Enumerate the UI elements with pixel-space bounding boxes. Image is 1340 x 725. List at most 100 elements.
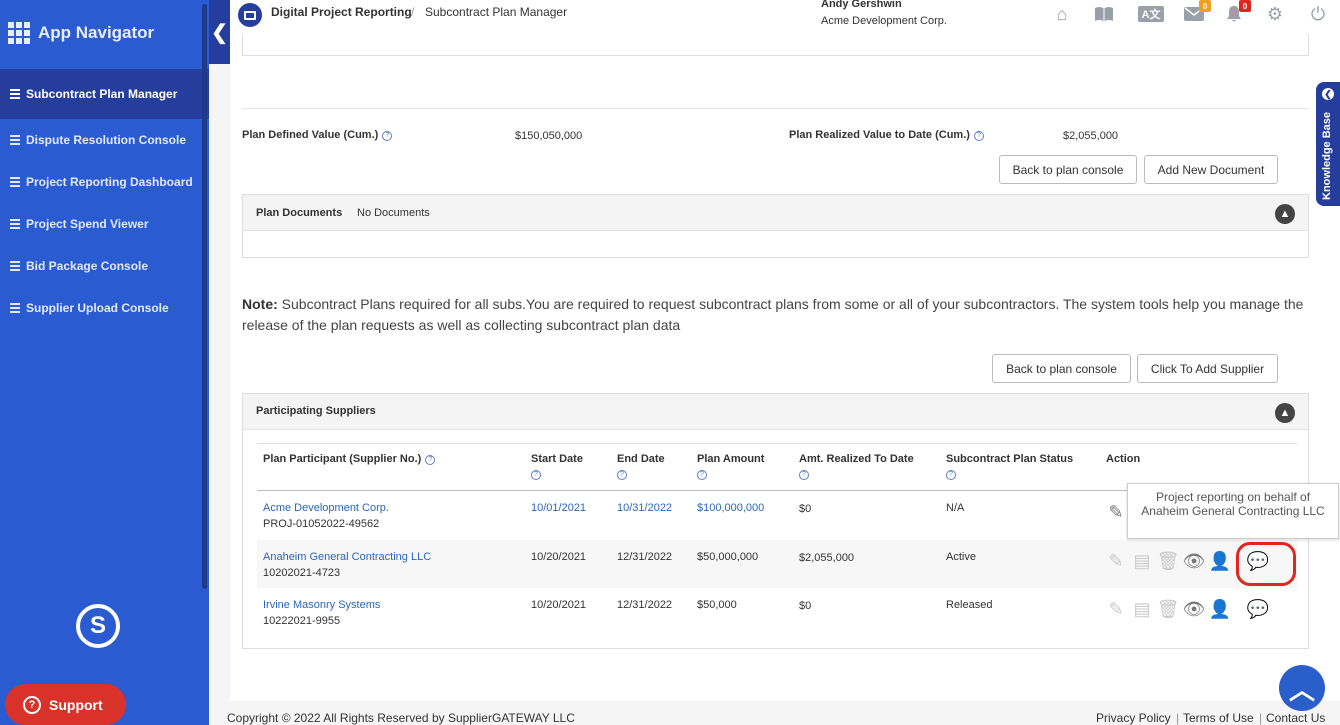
amount-realized: $0 <box>799 600 812 612</box>
edit-icon[interactable]: ✎ <box>1105 550 1127 572</box>
trash-icon[interactable]: 🗑 <box>1157 598 1180 620</box>
suppliers-header: Participating Suppliers ▲ <box>243 394 1308 430</box>
help-icon[interactable]: ? <box>425 455 436 465</box>
support-button[interactable]: ? Support <box>5 684 126 725</box>
eye-icon[interactable]: 👁 <box>1183 598 1206 620</box>
sidebar-item-bid-package-console[interactable]: Bid Package Console <box>0 245 209 287</box>
sidebar-item-project-spend-viewer[interactable]: Project Spend Viewer <box>0 203 209 245</box>
help-icon[interactable]: ? <box>531 470 541 480</box>
sidebar-item-label: Dispute Resolution Console <box>26 133 187 147</box>
help-icon[interactable]: ? <box>799 470 809 480</box>
contact-us-link[interactable]: Contact Us <box>1266 711 1325 725</box>
plan-documents-title: Plan Documents <box>256 207 343 219</box>
translate-icon[interactable]: A文 <box>1138 6 1164 22</box>
sidebar-item-dispute-resolution-console[interactable]: Dispute Resolution Console <box>0 119 209 161</box>
main-content: Plan Defined Value (Cum.)? $150,050,000 … <box>230 34 1340 701</box>
breadcrumb-root[interactable]: Digital Project Reporting <box>271 5 412 19</box>
click-to-add-supplier-button[interactable]: Click To Add Supplier <box>1137 354 1278 383</box>
help-icon[interactable]: ? <box>697 470 707 480</box>
collapse-sidebar-button[interactable]: ❮ <box>209 0 230 64</box>
supplier-number: 10202021-4723 <box>263 567 341 579</box>
sidebar-item-supplier-upload-console[interactable]: Supplier Upload Console <box>0 287 209 329</box>
column-header-label: Action <box>1106 453 1141 465</box>
trash-icon[interactable]: 🗑 <box>1157 550 1180 572</box>
document-icon[interactable]: ▤ <box>1131 598 1153 620</box>
supplier-number: 10222021-9955 <box>263 615 341 627</box>
end-date[interactable]: 10/31/2022 <box>617 500 672 516</box>
suppliers-back-to-plan-console-button[interactable]: Back to plan console <box>992 354 1131 383</box>
column-header-label: End Date <box>617 453 665 465</box>
help-icon[interactable]: ? <box>946 470 956 480</box>
app-navigator-header[interactable]: App Navigator <box>0 0 209 66</box>
home-icon[interactable]: ⌂ <box>1051 4 1073 24</box>
sidebar-item-subcontract-plan-manager[interactable]: Subcontract Plan Manager <box>0 69 209 119</box>
plan-documents-header: Plan Documents No Documents ▲ <box>243 195 1308 231</box>
add-user-icon[interactable]: 👤 <box>1209 598 1231 620</box>
support-label: Support <box>49 696 103 713</box>
plan-realized-value: $2,055,000 <box>1063 130 1119 142</box>
back-to-plan-console-button[interactable]: Back to plan console <box>999 155 1137 184</box>
footer-separator: | <box>1259 711 1263 725</box>
mail-icon[interactable]: 0 <box>1183 0 1211 24</box>
settings-icon[interactable]: ⚙ <box>1264 4 1286 24</box>
start-date: 10/20/2021 <box>531 551 587 563</box>
edit-icon[interactable]: ✎ <box>1105 598 1127 620</box>
previous-section-box <box>242 34 1309 56</box>
breadcrumb-separator: / <box>411 5 415 19</box>
eye-icon[interactable]: 👁 <box>1183 550 1206 572</box>
chat-dollar-icon[interactable]: 💬 <box>1247 598 1269 620</box>
help-icon[interactable]: ? <box>617 470 627 480</box>
sidebar-item-project-reporting-dashboard[interactable]: Project Reporting Dashboard <box>0 161 209 203</box>
supplier-name-link[interactable]: Acme Development Corp. <box>263 500 389 516</box>
sidebar: App Navigator Subcontract Plan Manager Di… <box>0 0 209 725</box>
collapse-documents-chevron-up-icon[interactable]: ▲ <box>1275 204 1295 224</box>
plan-amount[interactable]: $100,000,000 <box>697 500 764 516</box>
translate-text: A文 <box>1141 9 1161 21</box>
scroll-to-top-button[interactable]: ︿ <box>1279 665 1325 711</box>
column-header: Amt. Realized To Date? <box>799 452 914 482</box>
column-header: Subcontract Plan Status? <box>946 452 1073 482</box>
tooltip: Project reporting on behalf of Anaheim G… <box>1127 483 1339 539</box>
top-bar: Digital Project Reporting / Subcontract … <box>230 0 1340 36</box>
column-header-label: Plan Amount <box>697 453 765 465</box>
menu-icon <box>10 133 20 147</box>
plan-amount: $50,000 <box>697 599 737 611</box>
start-date[interactable]: 10/01/2021 <box>531 500 586 516</box>
edit-icon[interactable]: ✎ <box>1105 501 1127 523</box>
menu-icon <box>10 175 20 189</box>
chevron-up-icon: ︿ <box>1288 674 1315 705</box>
supplier-name-link[interactable]: Anaheim General Contracting LLC <box>263 549 431 565</box>
plan-defined-value: $150,050,000 <box>515 130 583 142</box>
privacy-policy-link[interactable]: Privacy Policy <box>1096 711 1171 725</box>
plan-status: N/A <box>946 502 965 514</box>
plan-documents-status: No Documents <box>357 207 430 219</box>
amount-realized: $2,055,000 <box>799 552 855 564</box>
note-body: Subcontract Plans required for all subs.… <box>242 296 1304 333</box>
column-header: Action <box>1106 452 1140 467</box>
sidebar-scrollbar[interactable] <box>202 4 207 589</box>
add-user-icon[interactable]: 👤 <box>1209 550 1231 572</box>
add-new-document-button[interactable]: Add New Document <box>1144 155 1278 184</box>
help-icon[interactable]: ? <box>382 131 393 141</box>
knowledge-base-tab[interactable]: ❮ Knowledge Base <box>1316 82 1340 206</box>
column-header-label: Start Date <box>531 453 583 465</box>
note-text: Note: Subcontract Plans required for all… <box>242 294 1312 336</box>
sidebar-menu: Subcontract Plan Manager Dispute Resoluti… <box>0 69 209 329</box>
footer: Copyright © 2022 All Rights Reserved by … <box>209 701 1340 725</box>
monitor-icon <box>238 3 262 27</box>
bell-icon[interactable]: 0 <box>1223 0 1251 24</box>
question-icon: ? <box>23 695 41 714</box>
column-header-label: Subcontract Plan Status <box>946 453 1074 465</box>
column-header-label: Plan Participant (Supplier No.) <box>263 453 422 465</box>
help-icon[interactable]: ? <box>973 131 984 141</box>
chevron-left-icon: ❮ <box>211 21 228 44</box>
user-org: Acme Development Corp. <box>821 15 947 27</box>
user-name[interactable]: Andy Gershwin <box>821 0 902 10</box>
supplier-name-link[interactable]: Irvine Masonry Systems <box>263 597 380 613</box>
suppliers-title: Participating Suppliers <box>256 405 376 417</box>
book-icon[interactable] <box>1093 4 1115 24</box>
power-icon[interactable]: ⏻ <box>1307 4 1329 24</box>
terms-of-use-link[interactable]: Terms of Use <box>1183 711 1254 725</box>
collapse-suppliers-chevron-up-icon[interactable]: ▲ <box>1275 403 1295 423</box>
document-icon[interactable]: ▤ <box>1131 550 1153 572</box>
